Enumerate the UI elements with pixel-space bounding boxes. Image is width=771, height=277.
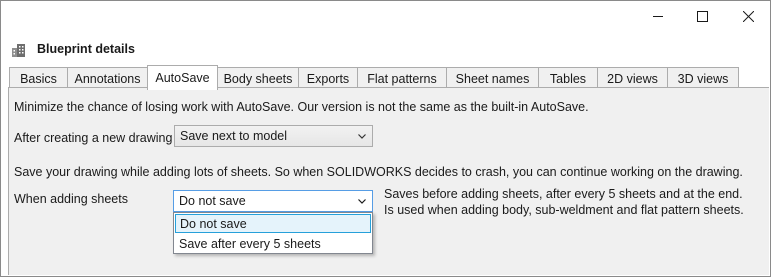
tab-label: Basics xyxy=(20,71,57,86)
tab-sheet-names[interactable]: Sheet names xyxy=(446,67,539,89)
maximize-icon xyxy=(696,10,708,22)
tab-autosave[interactable]: AutoSave xyxy=(147,65,218,90)
autosave-panel: Minimize the chance of losing work with … xyxy=(8,87,769,275)
sheets-intro-text: Save your drawing while adding lots of s… xyxy=(14,165,743,179)
new-drawing-select[interactable]: Save next to model xyxy=(174,125,373,147)
adding-sheets-help-text: Saves before adding sheets, after every … xyxy=(384,187,744,217)
title-bar xyxy=(1,1,770,31)
tab-label: Body sheets xyxy=(223,71,293,86)
building-icon xyxy=(12,44,25,57)
tab-strip: Basics Annotations AutoSave Body sheets … xyxy=(1,65,770,90)
tab-label: 2D views xyxy=(607,71,658,86)
minimize-button[interactable] xyxy=(635,1,681,31)
option-label: Save after every 5 sheets xyxy=(179,236,321,251)
tab-label: Sheet names xyxy=(455,71,530,86)
option-save-every-5-sheets[interactable]: Save after every 5 sheets xyxy=(175,234,371,253)
close-icon xyxy=(742,10,754,22)
tab-2d-views[interactable]: 2D views xyxy=(597,67,668,89)
adding-sheets-select[interactable]: Do not save xyxy=(173,190,373,212)
adding-sheets-value: Do not save xyxy=(179,194,246,208)
minimize-icon xyxy=(652,15,663,17)
tab-exports[interactable]: Exports xyxy=(298,67,358,89)
chevron-down-icon xyxy=(358,126,366,146)
adding-sheets-dropdown: Do not save Save after every 5 sheets xyxy=(173,212,373,254)
tab-label: Flat patterns xyxy=(367,71,437,86)
tab-annotations[interactable]: Annotations xyxy=(67,67,148,89)
tab-label: Annotations xyxy=(74,71,141,86)
dialog-title: Blueprint details xyxy=(37,42,135,56)
maximize-button[interactable] xyxy=(679,1,725,31)
tab-basics[interactable]: Basics xyxy=(9,67,68,89)
tab-label: Tables xyxy=(549,71,587,86)
tab-label: 3D views xyxy=(677,71,729,86)
tab-label: AutoSave xyxy=(155,71,210,85)
new-drawing-label: After creating a new drawing xyxy=(14,131,173,145)
option-label: Do not save xyxy=(180,216,247,231)
tab-tables[interactable]: Tables xyxy=(538,67,598,89)
new-drawing-value: Save next to model xyxy=(180,129,288,143)
tab-body-sheets[interactable]: Body sheets xyxy=(217,67,299,89)
close-button[interactable] xyxy=(725,1,771,31)
tab-label: Exports xyxy=(306,71,350,86)
option-do-not-save[interactable]: Do not save xyxy=(175,214,371,233)
adding-sheets-label: When adding sheets xyxy=(14,192,128,206)
dialog-header: Blueprint details xyxy=(1,31,770,67)
autosave-intro-text: Minimize the chance of losing work with … xyxy=(14,100,589,114)
tab-3d-views[interactable]: 3D views xyxy=(667,67,739,89)
tab-flat-patterns[interactable]: Flat patterns xyxy=(357,67,447,89)
chevron-down-icon xyxy=(358,191,366,211)
